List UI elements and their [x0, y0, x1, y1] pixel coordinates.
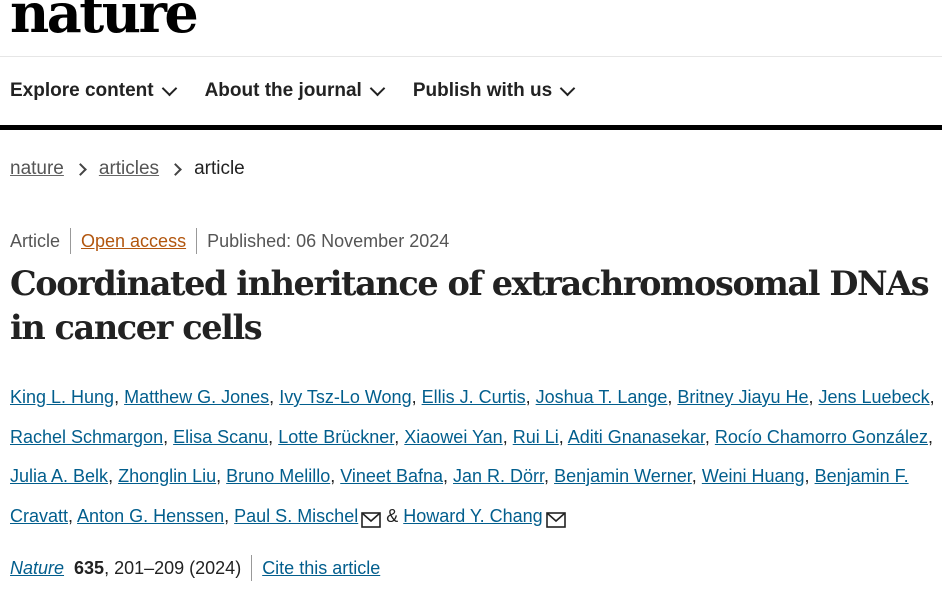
- cite-this-article-link[interactable]: Cite this article: [262, 558, 380, 579]
- author-link[interactable]: Aditi Gnanasekar: [568, 427, 705, 447]
- nav-label: Explore content: [10, 80, 154, 101]
- author-separator: ,: [216, 466, 227, 486]
- nav-label: Publish with us: [412, 80, 553, 101]
- author-separator: ,: [443, 466, 454, 486]
- envelope-icon[interactable]: [545, 503, 566, 543]
- author-link[interactable]: Vineet Bafna: [340, 466, 443, 486]
- author-separator: ,: [525, 387, 536, 407]
- author-link[interactable]: Rocío Chamorro González: [715, 427, 928, 447]
- title-line-2: in cancer cells: [10, 308, 263, 347]
- author-separator: ,: [544, 466, 555, 486]
- author-separator: ,: [808, 387, 819, 407]
- article-title: Coordinated inheritance of extrachromoso…: [10, 262, 935, 350]
- nav-label: About the journal: [204, 80, 362, 101]
- author-separator: ,: [929, 387, 935, 407]
- author-link[interactable]: Ellis J. Curtis: [422, 387, 526, 407]
- author-separator: ,: [330, 466, 341, 486]
- breadcrumb-articles-link[interactable]: articles: [99, 158, 159, 180]
- main-nav: Explore content About the journal Publis…: [0, 57, 942, 130]
- author-link[interactable]: Rui Li: [513, 427, 559, 447]
- author-link[interactable]: Ivy Tsz-Lo Wong: [279, 387, 411, 407]
- author-link[interactable]: Benjamin Werner: [554, 466, 692, 486]
- author-separator: ,: [108, 466, 119, 486]
- chevron-down-icon: [559, 80, 576, 96]
- author-link[interactable]: Rachel Schmargon: [10, 427, 163, 447]
- envelope-icon[interactable]: [361, 503, 382, 543]
- breadcrumb-current: article: [194, 158, 245, 179]
- author-link[interactable]: Jan R. Dörr: [453, 466, 544, 486]
- author-separator: ,: [558, 426, 568, 447]
- author-separator: ,: [224, 505, 235, 526]
- author-link[interactable]: Howard Y. Chang: [403, 506, 542, 526]
- author-separator: ,: [502, 426, 513, 447]
- article-page: nature Explore content About the journal…: [0, 0, 942, 590]
- author-link[interactable]: Zhonglin Liu: [118, 466, 216, 486]
- article-type: Article: [10, 230, 61, 251]
- chevron-right-icon: [74, 162, 87, 176]
- breadcrumb: nature articles article: [10, 158, 245, 180]
- breadcrumb-nature-link[interactable]: nature: [10, 158, 64, 180]
- chevron-right-icon: [169, 162, 182, 176]
- chevron-down-icon: [369, 80, 386, 96]
- author-link[interactable]: Matthew G. Jones: [124, 387, 269, 407]
- author-separator: ,: [163, 426, 174, 447]
- site-header: nature: [0, 0, 942, 57]
- open-access-link[interactable]: Open access: [81, 231, 186, 252]
- nav-explore-content[interactable]: Explore content: [10, 80, 177, 102]
- author-separator: ,: [411, 387, 422, 407]
- chevron-down-icon: [161, 80, 177, 96]
- nature-logo[interactable]: nature: [10, 0, 199, 40]
- author-link[interactable]: Lotte Brückner: [278, 427, 394, 447]
- author-separator: ,: [704, 426, 715, 447]
- pages-year: , 201–209 (2024): [104, 557, 242, 578]
- author-separator: ,: [269, 387, 280, 407]
- author-link[interactable]: Britney Jiayu He: [677, 387, 808, 407]
- author-separator: ,: [68, 505, 78, 526]
- nav-about-journal[interactable]: About the journal: [204, 80, 386, 102]
- divider: [70, 228, 72, 254]
- volume-number: 635: [74, 557, 105, 578]
- journal-link[interactable]: Nature: [10, 558, 64, 579]
- author-separator: ,: [114, 387, 125, 407]
- author-link[interactable]: Paul S. Mischel: [234, 506, 358, 526]
- author-link[interactable]: Weini Huang: [702, 466, 805, 486]
- author-conjunction: &: [381, 505, 404, 526]
- article-meta: Article Open access Published: 06 Novemb…: [10, 228, 449, 254]
- citation: Nature 635 , 201–209 (2024) Cite this ar…: [10, 555, 380, 581]
- published-date: Published: 06 November 2024: [207, 230, 450, 251]
- author-link[interactable]: Xiaowei Yan: [404, 427, 502, 447]
- author-link[interactable]: Jens Luebeck: [819, 387, 930, 407]
- divider: [196, 228, 198, 254]
- author-link[interactable]: Julia A. Belk: [10, 466, 108, 486]
- author-list: King L. Hung, Matthew G. Jones, Ivy Tsz-…: [10, 378, 935, 542]
- author-separator: ,: [394, 426, 405, 447]
- author-link[interactable]: Elisa Scanu: [173, 427, 268, 447]
- author-separator: ,: [268, 426, 279, 447]
- title-line-1: Coordinated inheritance of extrachromoso…: [10, 264, 930, 303]
- nav-publish-with-us[interactable]: Publish with us: [412, 80, 576, 102]
- divider: [251, 555, 253, 581]
- author-link[interactable]: Anton G. Henssen: [77, 506, 224, 526]
- author-separator: ,: [667, 387, 678, 407]
- author-separator: ,: [927, 426, 933, 447]
- author-link[interactable]: Joshua T. Lange: [536, 387, 668, 407]
- author-link[interactable]: King L. Hung: [10, 387, 114, 407]
- author-separator: ,: [804, 466, 815, 486]
- author-link[interactable]: Bruno Melillo: [226, 466, 330, 486]
- author-separator: ,: [691, 466, 702, 486]
